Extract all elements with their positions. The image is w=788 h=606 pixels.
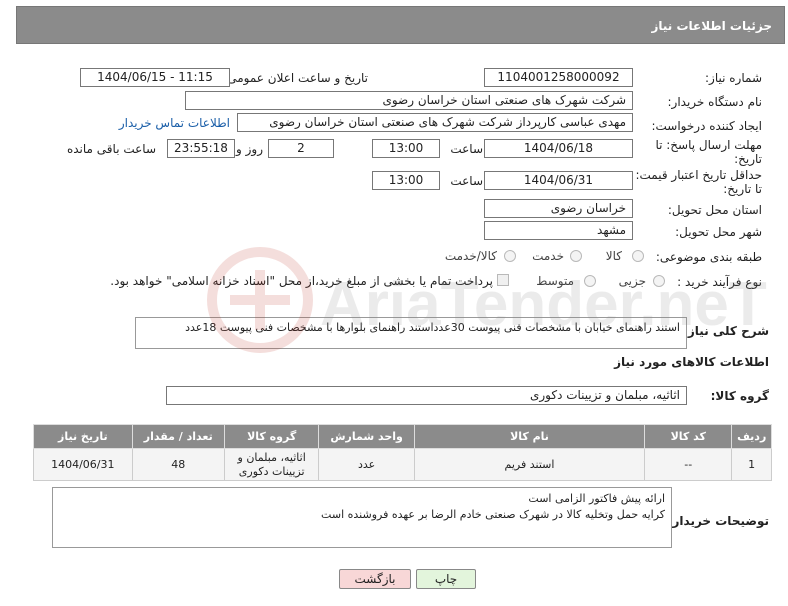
- process-option-medium: متوسط: [536, 274, 574, 288]
- category-option-goods-service: کالا/خدمت: [444, 249, 497, 263]
- cell-quantity: 48: [131, 448, 225, 481]
- goods-group-field[interactable]: اثاثیه، مبلمان و تزیینات دکوری: [166, 386, 687, 405]
- creator-label: ایجاد کننده درخواست:: [651, 119, 762, 133]
- province-field[interactable]: خراسان رضوی: [484, 199, 633, 218]
- deadline-label-line1: مهلت ارسال پاسخ: تا: [655, 138, 762, 152]
- cell-row-number: 1: [731, 448, 772, 481]
- announce-field[interactable]: 1404/06/15 - 11:15: [80, 68, 230, 87]
- price-validity-label-line2: تا تاریخ:: [723, 182, 762, 196]
- days-remaining-field[interactable]: 2: [268, 139, 334, 158]
- province-label: استان محل تحویل:: [667, 203, 762, 217]
- process-option-minor: جزیی: [618, 274, 646, 288]
- price-validity-time-field[interactable]: 13:00: [372, 171, 440, 190]
- col-header-unit: واحد شمارش: [318, 424, 415, 449]
- col-header-item-name: نام کالا: [413, 424, 646, 449]
- cell-need-date: 1404/06/31: [33, 448, 133, 481]
- process-radio-medium[interactable]: [584, 275, 596, 287]
- table-header-row: ردیف کد کالا نام کالا واحد شمارش گروه کا…: [33, 424, 772, 449]
- buyer-notes-line2: کرایه حمل وتخلیه کالا در شهرک صنعتی خادم…: [321, 508, 665, 521]
- col-header-row-number: ردیف: [731, 424, 772, 449]
- buyer-contact-link[interactable]: اطلاعات تماس خریدار: [119, 116, 230, 130]
- goods-table: ردیف کد کالا نام کالا واحد شمارش گروه کا…: [33, 424, 772, 481]
- creator-field[interactable]: مهدی عباسی کارپرداز شرکت شهرک های صنعتی …: [237, 113, 633, 132]
- deadline-time-field[interactable]: 13:00: [372, 139, 440, 158]
- price-validity-date-field[interactable]: 1404/06/31: [484, 171, 633, 190]
- description-text: استند راهنمای خیابان با مشخصات فنی پیوست…: [185, 321, 680, 334]
- goods-section-title: اطلاعات کالاهای مورد نیاز: [614, 355, 769, 369]
- col-header-group: گروه کالا: [223, 424, 320, 449]
- days-label: روز و: [236, 142, 263, 156]
- category-option-goods: کالا: [605, 249, 622, 263]
- deadline-label-line2: تاریخ:: [734, 152, 762, 166]
- price-validity-label-line1: حداقل تاریخ اعتبار قیمت:: [635, 168, 762, 182]
- remaining-label: ساعت باقی مانده: [66, 142, 156, 156]
- back-button[interactable]: بازگشت: [339, 569, 411, 589]
- process-label: نوع فرآیند خرید :: [677, 275, 762, 289]
- col-header-need-date: تاریخ نیاز: [33, 424, 133, 449]
- col-header-quantity: تعداد / مقدار: [131, 424, 225, 449]
- city-field[interactable]: مشهد: [484, 221, 633, 240]
- price-validity-time-label: ساعت: [450, 174, 483, 188]
- description-textarea[interactable]: استند راهنمای خیابان با مشخصات فنی پیوست…: [135, 317, 687, 349]
- category-label: طبقه بندی موضوعی:: [655, 250, 762, 264]
- cell-item-code: --: [644, 448, 733, 481]
- buyer-notes-textarea[interactable]: ارائه پیش فاکتور الزامی است کرایه حمل وت…: [52, 487, 672, 548]
- buyer-org-field[interactable]: شرکت شهرک های صنعتی استان خراسان رضوی: [185, 91, 633, 110]
- treasury-payment-note: پرداخت تمام یا بخشی از مبلغ خرید،از محل …: [110, 274, 493, 288]
- section-header: جزئیات اطلاعات نیاز: [16, 6, 785, 44]
- print-button[interactable]: چاپ: [416, 569, 476, 589]
- goods-group-label: گروه کالا:: [710, 389, 769, 403]
- section-title: جزئیات اطلاعات نیاز: [651, 19, 772, 33]
- announce-label: تاریخ و ساعت اعلان عمومی:: [223, 71, 368, 85]
- deadline-date-field[interactable]: 1404/06/18: [484, 139, 633, 158]
- need-number-field[interactable]: 1104001258000092: [484, 68, 633, 87]
- deadline-time-label: ساعت: [450, 142, 483, 156]
- need-number-label: شماره نیاز:: [705, 71, 762, 85]
- city-label: شهر محل تحویل:: [675, 225, 762, 239]
- cell-group: اثاثیه، مبلمان و تزیینات دکوری: [223, 448, 320, 481]
- category-radio-service[interactable]: [570, 250, 582, 262]
- cell-item-name: استند فریم: [413, 448, 646, 481]
- process-radio-minor[interactable]: [653, 275, 665, 287]
- col-header-item-code: کد کالا: [644, 424, 733, 449]
- buyer-notes-label: توضیحات خریدار:: [667, 514, 769, 528]
- description-label: شرح کلی نیاز:: [683, 324, 769, 338]
- buyer-notes-line1: ارائه پیش فاکتور الزامی است: [528, 492, 665, 505]
- category-radio-goods-service[interactable]: [504, 250, 516, 262]
- category-radio-goods[interactable]: [632, 250, 644, 262]
- table-row[interactable]: 1 -- استند فریم عدد اثاثیه، مبلمان و تزی…: [33, 448, 772, 481]
- treasury-payment-checkbox[interactable]: [497, 274, 509, 286]
- remaining-time-field[interactable]: 23:55:18: [167, 139, 235, 158]
- buyer-org-label: نام دستگاه خریدار:: [667, 95, 763, 109]
- cell-unit: عدد: [318, 448, 415, 481]
- category-option-service: خدمت: [532, 249, 564, 263]
